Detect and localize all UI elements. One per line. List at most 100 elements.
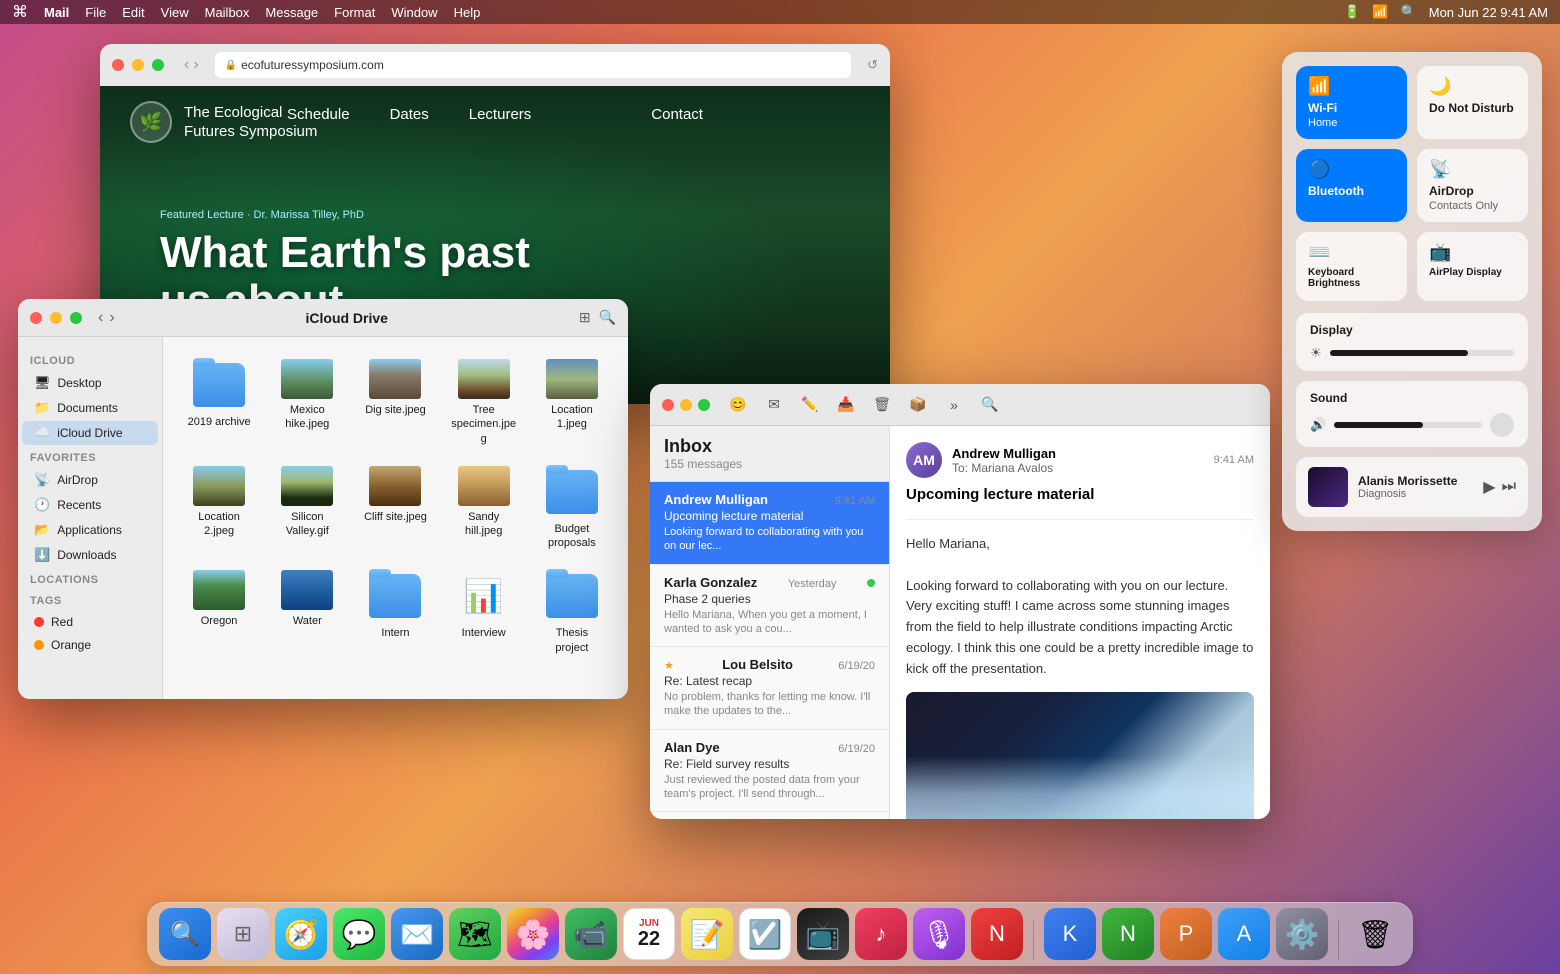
- dock-item-notes[interactable]: 📝: [681, 908, 733, 960]
- sound-knob[interactable]: [1490, 413, 1514, 437]
- cc-airplay-tile[interactable]: 📺 AirPlay Display: [1417, 232, 1528, 301]
- cc-airdrop-tile[interactable]: 📡 AirDrop Contacts Only: [1417, 149, 1528, 222]
- cc-dnd-tile[interactable]: 🌙 Do Not Disturb: [1417, 66, 1528, 139]
- safari-forward-button[interactable]: ›: [193, 56, 198, 74]
- dock-item-finder[interactable]: 🔍: [159, 908, 211, 960]
- dock-item-news[interactable]: N: [971, 908, 1023, 960]
- mail-item-3[interactable]: Alan Dye 6/19/20 Re: Field survey result…: [650, 730, 889, 813]
- file-item-intern[interactable]: Intern: [355, 564, 435, 661]
- mail-minimize-button[interactable]: [680, 399, 692, 411]
- mail-send-icon[interactable]: ✉: [760, 391, 788, 419]
- file-item-thesis[interactable]: Thesis project: [532, 564, 612, 661]
- menubar-help[interactable]: Help: [454, 5, 481, 20]
- mail-move-icon[interactable]: 📥: [832, 391, 860, 419]
- finder-zoom-button[interactable]: [70, 312, 82, 324]
- cc-keyboard-tile[interactable]: ⌨️ Keyboard Brightness: [1296, 232, 1407, 301]
- sidebar-tag-red[interactable]: Red: [22, 611, 158, 633]
- file-item-oregon[interactable]: Oregon: [179, 564, 259, 661]
- finder-back-button[interactable]: ‹: [98, 309, 103, 327]
- file-item-sandyhill[interactable]: Sandy hill.jpeg: [444, 460, 524, 557]
- dock-item-photos[interactable]: 🌸: [507, 908, 559, 960]
- menubar-view[interactable]: View: [161, 5, 189, 20]
- file-item-location1[interactable]: Location 1.jpeg: [532, 353, 612, 452]
- cc-bluetooth-tile[interactable]: 🔵 Bluetooth: [1296, 149, 1407, 222]
- mail-search-icon[interactable]: 🔍: [976, 391, 1004, 419]
- mail-item-4[interactable]: ★ Cindy Cheung 6/18/20 Project timeline …: [650, 812, 889, 819]
- safari-back-button[interactable]: ‹: [184, 56, 189, 74]
- safari-zoom-button[interactable]: [152, 59, 164, 71]
- safari-nav-dates[interactable]: Dates: [390, 106, 429, 123]
- finder-search-button[interactable]: 🔍: [599, 309, 616, 326]
- mail-item-0[interactable]: Andrew Mulligan 9:41 AM Upcoming lecture…: [650, 482, 889, 565]
- finder-close-button[interactable]: [30, 312, 42, 324]
- apple-menu[interactable]: ⌘: [12, 2, 28, 22]
- safari-nav-schedule[interactable]: Schedule: [287, 106, 350, 123]
- menubar-app-name[interactable]: Mail: [44, 5, 69, 20]
- file-item-2019archive[interactable]: 2019 archive: [179, 353, 259, 452]
- menubar-file[interactable]: File: [85, 5, 106, 20]
- file-item-siliconvalley[interactable]: Silicon Valley.gif: [267, 460, 347, 557]
- menubar-message[interactable]: Message: [265, 5, 318, 20]
- sidebar-tag-orange[interactable]: Orange: [22, 634, 158, 656]
- finder-minimize-button[interactable]: [50, 312, 62, 324]
- dock-item-sysprefs[interactable]: ⚙️: [1276, 908, 1328, 960]
- skip-forward-button[interactable]: ⏭: [1502, 478, 1516, 496]
- file-item-digsite[interactable]: Dig site.jpeg: [355, 353, 435, 452]
- mail-close-button[interactable]: [662, 399, 674, 411]
- mail-more-icon[interactable]: »: [940, 391, 968, 419]
- menubar-format[interactable]: Format: [334, 5, 375, 20]
- safari-url-text[interactable]: ecofuturessymposium.com: [241, 58, 384, 72]
- safari-nav-contact[interactable]: Contact: [651, 106, 703, 123]
- dock-item-numbers[interactable]: N: [1102, 908, 1154, 960]
- mail-archive-icon[interactable]: 📦: [904, 391, 932, 419]
- dock-item-trash[interactable]: 🗑: [1349, 908, 1401, 960]
- dock-item-maps[interactable]: 🗺: [449, 908, 501, 960]
- menubar-edit[interactable]: Edit: [122, 5, 144, 20]
- file-item-cliffsite[interactable]: Cliff site.jpeg: [355, 460, 435, 557]
- dock-item-keynote[interactable]: K: [1044, 908, 1096, 960]
- cc-display-slider[interactable]: [1330, 350, 1514, 356]
- menubar-mailbox[interactable]: Mailbox: [205, 5, 250, 20]
- file-item-budget[interactable]: Budget proposals: [532, 460, 612, 557]
- mail-item-1[interactable]: Karla Gonzalez Yesterday Phase 2 queries…: [650, 565, 889, 648]
- dock-item-appstore[interactable]: A: [1218, 908, 1270, 960]
- sidebar-item-recents[interactable]: 🕐 Recents: [22, 493, 158, 517]
- sidebar-item-documents[interactable]: 📁 Documents: [22, 396, 158, 420]
- menubar-search-icon[interactable]: 🔍: [1401, 4, 1417, 20]
- dock-item-facetime[interactable]: 📹: [565, 908, 617, 960]
- safari-url-bar[interactable]: 🔒 ecofuturessymposium.com: [215, 52, 851, 78]
- mail-delete-icon[interactable]: 🗑: [868, 391, 896, 419]
- cc-sound-slider[interactable]: [1334, 422, 1482, 428]
- finder-forward-button[interactable]: ›: [109, 309, 114, 327]
- dock-item-appletv[interactable]: 📺: [797, 908, 849, 960]
- safari-nav-lecturers[interactable]: Lecturers: [469, 106, 532, 123]
- mail-zoom-button[interactable]: [698, 399, 710, 411]
- dock-item-reminders[interactable]: ☑️: [739, 908, 791, 960]
- safari-minimize-button[interactable]: [132, 59, 144, 71]
- file-item-tree[interactable]: Tree specimen.jpeg: [444, 353, 524, 452]
- mail-compose-icon[interactable]: 😊: [724, 391, 752, 419]
- sidebar-item-desktop[interactable]: 🖥 Desktop: [22, 371, 158, 395]
- finder-view-toggle[interactable]: ⊞: [579, 309, 591, 326]
- file-item-location2[interactable]: Location 2.jpeg: [179, 460, 259, 557]
- dock-item-music[interactable]: ♪: [855, 908, 907, 960]
- dock-item-safari[interactable]: 🧭: [275, 908, 327, 960]
- cc-wifi-tile[interactable]: 📶 Wi-Fi Home: [1296, 66, 1407, 139]
- dock-item-launchpad[interactable]: ⊞: [217, 908, 269, 960]
- file-item-interview[interactable]: 📊 Interview: [444, 564, 524, 661]
- safari-close-button[interactable]: [112, 59, 124, 71]
- dock-item-podcasts[interactable]: 🎙: [913, 908, 965, 960]
- menubar-window[interactable]: Window: [391, 5, 437, 20]
- sidebar-item-icloud[interactable]: ☁️ iCloud Drive: [22, 421, 158, 445]
- play-button[interactable]: ▶: [1483, 477, 1495, 497]
- sidebar-item-applications[interactable]: 📂 Applications: [22, 518, 158, 542]
- sidebar-item-airdrop[interactable]: 📡 AirDrop: [22, 468, 158, 492]
- dock-item-mail[interactable]: ✉️: [391, 908, 443, 960]
- dock-item-pages[interactable]: P: [1160, 908, 1212, 960]
- safari-refresh-icon[interactable]: ↺: [867, 57, 878, 73]
- file-item-mexico[interactable]: Mexico hike.jpeg: [267, 353, 347, 452]
- sidebar-item-downloads[interactable]: ⬇️ Downloads: [22, 543, 158, 567]
- dock-item-messages[interactable]: 💬: [333, 908, 385, 960]
- dock-item-calendar[interactable]: JUN22: [623, 908, 675, 960]
- mail-edit-icon[interactable]: ✏️: [796, 391, 824, 419]
